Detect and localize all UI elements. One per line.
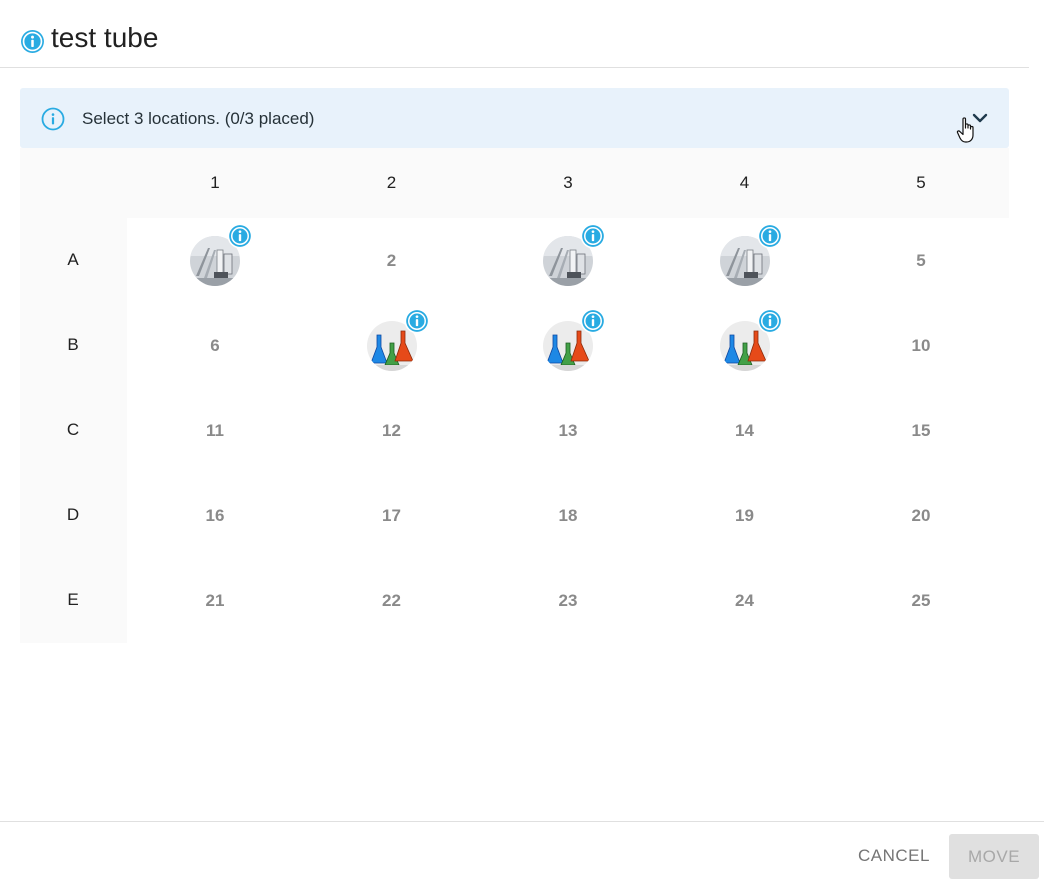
occupied-cell[interactable]: [127, 218, 303, 303]
item-thumbnail[interactable]: [543, 308, 606, 371]
cell-number: 2: [386, 250, 397, 270]
cell-number: 12: [382, 420, 401, 440]
info-icon[interactable]: [757, 223, 783, 249]
dialog-header: test tube: [0, 0, 1029, 68]
item-thumbnail[interactable]: [366, 308, 429, 371]
empty-cell[interactable]: 15: [833, 388, 1009, 473]
empty-cell[interactable]: 18: [480, 473, 656, 558]
dialog-title: test tube: [51, 22, 159, 53]
info-icon[interactable]: [580, 223, 606, 249]
occupied-cell[interactable]: [304, 303, 480, 388]
cell-number: 11: [206, 420, 224, 440]
row-header: A: [67, 250, 79, 269]
item-thumbnail[interactable]: [190, 223, 253, 286]
cell-number: 18: [558, 505, 578, 525]
row-header: E: [67, 590, 79, 609]
cell-number: 23: [558, 590, 578, 610]
cell-number: 14: [735, 420, 754, 440]
move-button[interactable]: MOVE: [949, 834, 1039, 879]
info-icon[interactable]: [227, 223, 253, 249]
row-header: C: [66, 420, 80, 439]
column-header: 4: [739, 173, 750, 192]
cell-number: 13: [558, 420, 578, 440]
cell-number: 19: [735, 505, 754, 525]
hand-cursor-icon: [956, 117, 974, 143]
empty-cell[interactable]: 2: [304, 218, 480, 303]
info-icon[interactable]: [404, 308, 430, 334]
cell-number: 5: [916, 250, 926, 270]
empty-cell[interactable]: 14: [657, 388, 833, 473]
empty-cell[interactable]: 10: [833, 303, 1009, 388]
empty-cell[interactable]: 5: [833, 218, 1009, 303]
empty-cell[interactable]: 19: [657, 473, 833, 558]
empty-cell[interactable]: 25: [833, 558, 1009, 643]
occupied-cell[interactable]: [657, 218, 833, 303]
column-header: 1: [210, 173, 220, 192]
empty-cell[interactable]: 24: [657, 558, 833, 643]
empty-cell[interactable]: 23: [480, 558, 656, 643]
row-header: B: [67, 335, 79, 354]
cell-number: 10: [911, 335, 931, 355]
info-icon[interactable]: [757, 308, 783, 334]
empty-cell[interactable]: 17: [304, 473, 480, 558]
instruction-banner: Select 3 locations. (0/3 placed): [20, 88, 1009, 148]
column-header: 2: [386, 173, 397, 192]
cell-number: 21: [205, 590, 225, 610]
cancel-button[interactable]: CANCEL: [846, 834, 942, 878]
item-thumbnail[interactable]: [719, 308, 782, 371]
cell-number: 20: [911, 505, 931, 525]
occupied-cell[interactable]: [657, 303, 833, 388]
empty-cell[interactable]: 20: [833, 473, 1009, 558]
occupied-cell[interactable]: [480, 218, 656, 303]
occupied-cell[interactable]: [480, 303, 656, 388]
empty-cell[interactable]: 12: [304, 388, 480, 473]
info-icon[interactable]: [20, 29, 45, 54]
row-header: D: [66, 505, 80, 524]
banner-message: Select 3 locations. (0/3 placed): [82, 109, 315, 128]
cell-number: 24: [735, 590, 754, 610]
column-header: 5: [916, 173, 926, 192]
info-icon[interactable]: [580, 308, 606, 334]
cell-number: 17: [382, 505, 401, 525]
cell-number: 25: [911, 590, 931, 610]
column-header-row: [20, 148, 1009, 218]
column-header: 3: [563, 173, 573, 192]
cell-number: 15: [911, 420, 931, 440]
item-thumbnail[interactable]: [543, 223, 606, 286]
dialog-footer: CANCEL MOVE: [0, 821, 1044, 884]
location-grid: 1 2 3 4 5 A 2 5 B 6 10 C 11 12 13 14 15 D 16 17 18 19 20 E 21 22 2…: [20, 148, 1009, 643]
empty-cell[interactable]: 21: [127, 558, 303, 643]
info-icon: [41, 107, 65, 131]
item-thumbnail[interactable]: [719, 223, 782, 286]
empty-cell[interactable]: 22: [304, 558, 480, 643]
cell-number: 16: [205, 505, 225, 525]
cell-number: 22: [382, 590, 401, 610]
cell-number: 6: [210, 335, 220, 355]
empty-cell[interactable]: 16: [127, 473, 303, 558]
row-header-column: [20, 148, 127, 643]
empty-cell[interactable]: 13: [480, 388, 656, 473]
empty-cell[interactable]: 6: [127, 303, 303, 388]
empty-cell[interactable]: 11: [127, 388, 303, 473]
